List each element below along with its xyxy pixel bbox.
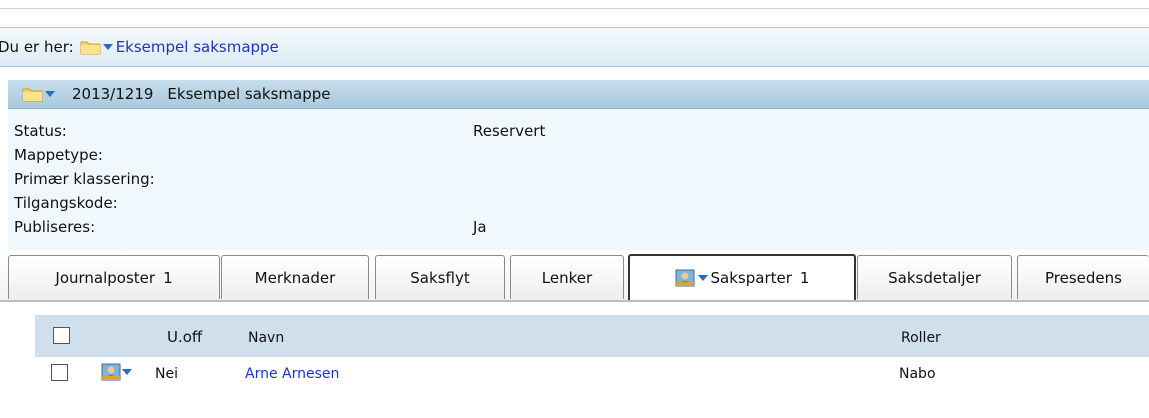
table-row[interactable]: Nei Arne Arnesen Nabo	[35, 357, 1149, 395]
parties-table: U.off Navn Roller Nei Arne Arnesen Nabo	[35, 315, 1149, 395]
tab-bar: Journalposter 1 Merknader Saksflyt Lenke…	[0, 250, 1149, 302]
tab-label: Saksparter	[710, 269, 792, 287]
tab-label: Lenker	[541, 268, 593, 287]
meta-value: Reservert	[473, 122, 546, 140]
row-checkbox[interactable]	[51, 364, 68, 381]
case-header: 2013/1219 Eksempel saksmappe	[8, 80, 1149, 109]
breadcrumb-link[interactable]: Eksempel saksmappe	[116, 38, 279, 56]
chevron-down-icon[interactable]	[122, 369, 132, 375]
meta-key: Mappetype:	[14, 146, 103, 164]
folder-icon[interactable]	[80, 39, 102, 55]
case-number: 2013/1219	[72, 85, 154, 103]
meta-key: Primær klassering:	[14, 170, 155, 188]
table-header: U.off Navn Roller	[35, 315, 1149, 357]
tab-count: 1	[163, 268, 173, 287]
tab-saksflyt[interactable]: Saksflyt	[375, 255, 505, 299]
column-header-uoff[interactable]: U.off	[167, 328, 202, 346]
meta-value: Ja	[473, 218, 487, 236]
tab-journalposter[interactable]: Journalposter 1	[8, 255, 220, 299]
folder-icon[interactable]	[22, 86, 44, 102]
tab-label: Presedens	[1045, 268, 1122, 287]
tab-merknader[interactable]: Merknader	[221, 255, 369, 299]
case-metadata: Status: Reservert Mappetype: Primær klas…	[8, 109, 1149, 239]
meta-mappetype: Mappetype:	[8, 143, 1149, 167]
breadcrumb-label: Du er her:	[0, 38, 74, 56]
cell-uoff: Nei	[155, 366, 178, 382]
chevron-down-icon[interactable]	[697, 275, 708, 281]
meta-tilgangskode: Tilgangskode:	[8, 191, 1149, 215]
tab-saksdetaljer[interactable]: Saksdetaljer	[857, 255, 1012, 299]
tab-count: 1	[799, 269, 810, 287]
tab-label: Saksflyt	[410, 268, 470, 287]
tab-presedens[interactable]: Presedens	[1017, 255, 1149, 299]
meta-status: Status: Reservert	[8, 119, 1149, 143]
top-divider	[0, 8, 1149, 9]
chevron-down-icon[interactable]	[102, 44, 113, 50]
person-icon[interactable]	[675, 269, 695, 287]
meta-key: Publiseres:	[14, 218, 96, 236]
meta-klassering: Primær klassering:	[8, 167, 1149, 191]
row-actions[interactable]	[101, 363, 135, 381]
breadcrumb: Du er her: Eksempel saksmappe	[0, 27, 1149, 67]
tab-lenker[interactable]: Lenker	[510, 255, 624, 299]
tab-label: Journalposter	[55, 268, 156, 287]
select-all-checkbox[interactable]	[53, 327, 70, 344]
meta-key: Status:	[14, 122, 67, 140]
tab-label: Saksdetaljer	[888, 268, 981, 287]
tab-label: Merknader	[254, 268, 336, 287]
person-icon[interactable]	[101, 363, 121, 381]
tab-saksparter[interactable]: Saksparter 1	[628, 254, 856, 300]
cell-navn-link[interactable]: Arne Arnesen	[245, 366, 339, 382]
column-header-roller[interactable]: Roller	[901, 330, 941, 346]
cell-roller: Nabo	[899, 366, 936, 382]
chevron-down-icon[interactable]	[45, 91, 55, 97]
column-header-navn[interactable]: Navn	[248, 330, 284, 346]
case-panel: 2013/1219 Eksempel saksmappe Status: Res…	[8, 80, 1149, 250]
meta-key: Tilgangskode:	[14, 194, 118, 212]
case-title: Eksempel saksmappe	[167, 85, 331, 103]
meta-publiseres: Publiseres: Ja	[8, 215, 1149, 239]
